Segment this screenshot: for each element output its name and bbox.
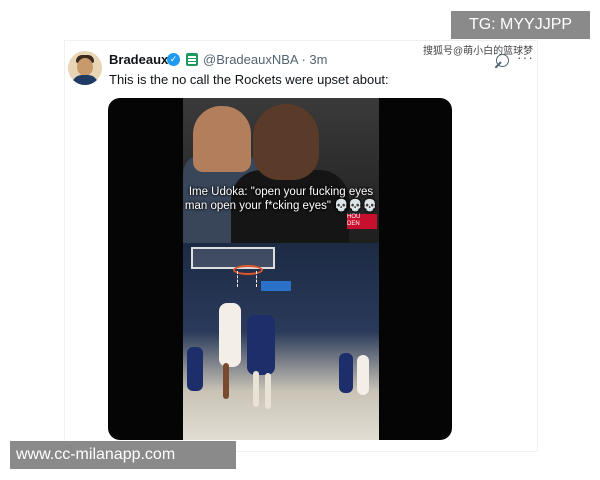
site-overlay-label: www.cc-milanapp.com	[10, 441, 236, 469]
video-player[interactable]: Ime Udoka: "open your fucking eyes man o…	[108, 98, 452, 440]
author-name[interactable]: Bradeaux	[109, 52, 168, 67]
video-frame: Ime Udoka: "open your fucking eyes man o…	[183, 98, 379, 440]
video-caption: Ime Udoka: "open your fucking eyes man o…	[184, 186, 378, 212]
scorebug: HOU DEN	[347, 214, 377, 229]
avatar[interactable]	[68, 51, 102, 85]
tg-overlay-label: TG: MYYJJPP	[451, 11, 590, 39]
tweet-text: This is the no call the Rockets were ups…	[109, 72, 389, 87]
list-icon	[186, 53, 198, 66]
verified-badge-icon: ✓	[167, 53, 180, 66]
more-icon[interactable]: ···	[517, 49, 534, 65]
grok-icon[interactable]	[496, 54, 509, 67]
author-handle-time[interactable]: @BradeauxNBA · 3m	[203, 52, 327, 67]
court-scene	[183, 243, 379, 440]
